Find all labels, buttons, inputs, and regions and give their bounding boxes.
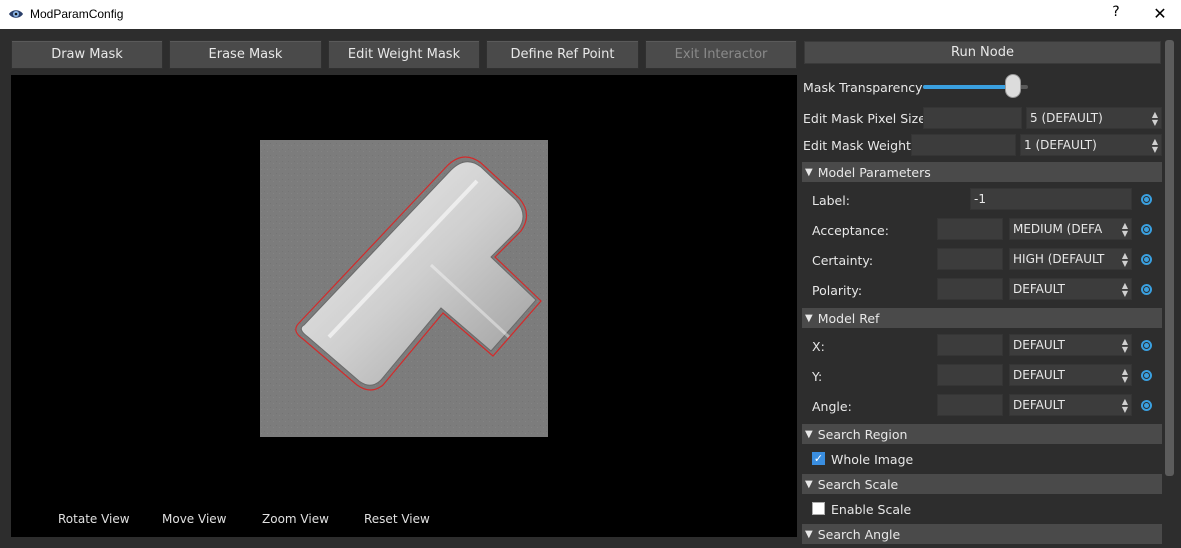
certainty-radio-icon[interactable] — [1141, 254, 1152, 265]
help-button[interactable]: ? — [1108, 4, 1124, 24]
title-bar: ModParamConfig ? ✕ — [0, 0, 1181, 29]
angle-select[interactable]: DEFAULT ▲ ▼ — [1009, 394, 1132, 416]
polarity-value: DEFAULT — [1013, 282, 1065, 296]
search-scale-title: Search Scale — [817, 476, 899, 492]
polarity-input[interactable] — [937, 278, 1003, 300]
image-canvas[interactable] — [11, 75, 797, 537]
x-value: DEFAULT — [1013, 338, 1065, 352]
spin-arrows-icon: ▲ ▼ — [1121, 367, 1128, 384]
model-parameters-section-header[interactable]: ▼ Model Parameters — [802, 162, 1162, 182]
spin-arrows-icon: ▲ ▼ — [1121, 397, 1128, 414]
edit-mask-weight-label: Edit Mask Weight — [803, 138, 911, 153]
mask-transparency-label: Mask Transparency — [803, 80, 923, 95]
x-input[interactable] — [937, 334, 1003, 356]
certainty-label: Certainty: — [812, 253, 874, 268]
collapse-triangle-icon: ▼ — [805, 528, 813, 540]
search-scale-section-header[interactable]: ▼ Search Scale — [802, 474, 1162, 494]
run-node-button[interactable]: Run Node — [804, 41, 1161, 64]
model-parameters-title: Model Parameters — [817, 164, 931, 180]
certainty-input[interactable] — [937, 248, 1003, 270]
edit-weight-mask-button[interactable]: Edit Weight Mask — [328, 40, 480, 69]
certainty-select[interactable]: HIGH (DEFAULT ▲ ▼ — [1009, 248, 1132, 270]
app-eye-icon — [9, 10, 23, 18]
window-title: ModParamConfig — [30, 7, 124, 21]
edit-mask-weight-select[interactable]: 1 (DEFAULT) ▲ ▼ — [1020, 134, 1162, 156]
draw-mask-button[interactable]: Draw Mask — [11, 40, 163, 69]
x-radio-icon[interactable] — [1141, 340, 1152, 351]
spin-arrows-icon: ▲ ▼ — [1151, 110, 1158, 127]
polarity-radio-icon[interactable] — [1141, 284, 1152, 295]
angle-radio-icon[interactable] — [1141, 400, 1152, 411]
acceptance-value: MEDIUM (DEFA — [1013, 222, 1103, 236]
parameters-panel: Run Node Mask Transparency Edit Mask Pix… — [800, 38, 1181, 548]
erase-mask-button[interactable]: Erase Mask — [169, 40, 322, 69]
search-region-title: Search Region — [817, 426, 908, 442]
edit-mask-pixel-size-input[interactable] — [923, 107, 1022, 129]
spin-arrows-icon: ▲ ▼ — [1121, 221, 1128, 238]
acceptance-select[interactable]: MEDIUM (DEFA ▲ ▼ — [1009, 218, 1132, 240]
collapse-triangle-icon: ▼ — [805, 428, 813, 440]
y-select[interactable]: DEFAULT ▲ ▼ — [1009, 364, 1132, 386]
angle-value: DEFAULT — [1013, 398, 1065, 412]
reset-view-button[interactable]: Reset View — [364, 512, 430, 526]
model-ref-section-header[interactable]: ▼ Model Ref — [802, 308, 1162, 328]
zoom-view-button[interactable]: Zoom View — [262, 512, 329, 526]
search-angle-section-header[interactable]: ▼ Search Angle — [802, 524, 1162, 544]
image-viewer[interactable]: Rotate View Move View Zoom View Reset Vi… — [11, 75, 797, 537]
collapse-triangle-icon: ▼ — [805, 478, 813, 490]
spin-arrows-icon: ▲ ▼ — [1121, 281, 1128, 298]
enable-scale-label: Enable Scale — [831, 502, 912, 517]
spin-arrows-icon: ▲ ▼ — [1121, 337, 1128, 354]
enable-scale-checkbox[interactable] — [812, 502, 825, 515]
polarity-label: Polarity: — [812, 283, 863, 298]
whole-image-checkbox[interactable]: ✓ — [812, 452, 825, 465]
y-label: Y: — [812, 369, 823, 384]
search-angle-title: Search Angle — [817, 526, 901, 542]
edit-mask-weight-value: 1 (DEFAULT) — [1024, 138, 1097, 152]
edit-mask-pixel-size-select[interactable]: 5 (DEFAULT) ▲ ▼ — [1026, 107, 1162, 129]
y-value: DEFAULT — [1013, 368, 1065, 382]
collapse-triangle-icon: ▼ — [805, 166, 813, 178]
mask-transparency-fill — [923, 85, 1013, 89]
edit-mask-pixel-size-label: Edit Mask Pixel Size — [803, 111, 926, 126]
acceptance-label: Acceptance: — [812, 223, 889, 238]
model-ref-title: Model Ref — [817, 310, 880, 326]
panel-scrollbar[interactable] — [1165, 40, 1174, 476]
define-ref-point-button[interactable]: Define Ref Point — [486, 40, 639, 69]
certainty-value: HIGH (DEFAULT — [1013, 252, 1105, 266]
close-button[interactable]: ✕ — [1150, 4, 1170, 24]
spin-arrows-icon: ▲ ▼ — [1121, 251, 1128, 268]
move-view-button[interactable]: Move View — [162, 512, 226, 526]
x-label: X: — [812, 339, 825, 354]
whole-image-label: Whole Image — [831, 452, 914, 467]
angle-label: Angle: — [812, 399, 852, 414]
collapse-triangle-icon: ▼ — [805, 312, 813, 324]
acceptance-radio-icon[interactable] — [1141, 224, 1152, 235]
label-radio-icon[interactable] — [1141, 194, 1152, 205]
y-radio-icon[interactable] — [1141, 370, 1152, 381]
x-select[interactable]: DEFAULT ▲ ▼ — [1009, 334, 1132, 356]
rotate-view-button[interactable]: Rotate View — [58, 512, 130, 526]
edit-mask-pixel-size-value: 5 (DEFAULT) — [1030, 111, 1103, 125]
label-field-label: Label: — [812, 193, 850, 208]
search-region-section-header[interactable]: ▼ Search Region — [802, 424, 1162, 444]
spin-arrows-icon: ▲ ▼ — [1151, 137, 1158, 154]
polarity-select[interactable]: DEFAULT ▲ ▼ — [1009, 278, 1132, 300]
mask-transparency-slider-handle[interactable] — [1005, 74, 1021, 98]
acceptance-input[interactable] — [937, 218, 1003, 240]
y-input[interactable] — [937, 364, 1003, 386]
label-input[interactable]: -1 — [970, 188, 1132, 210]
edit-mask-weight-input[interactable] — [911, 134, 1016, 156]
angle-input[interactable] — [937, 394, 1003, 416]
exit-interactor-button[interactable]: Exit Interactor — [645, 40, 797, 69]
